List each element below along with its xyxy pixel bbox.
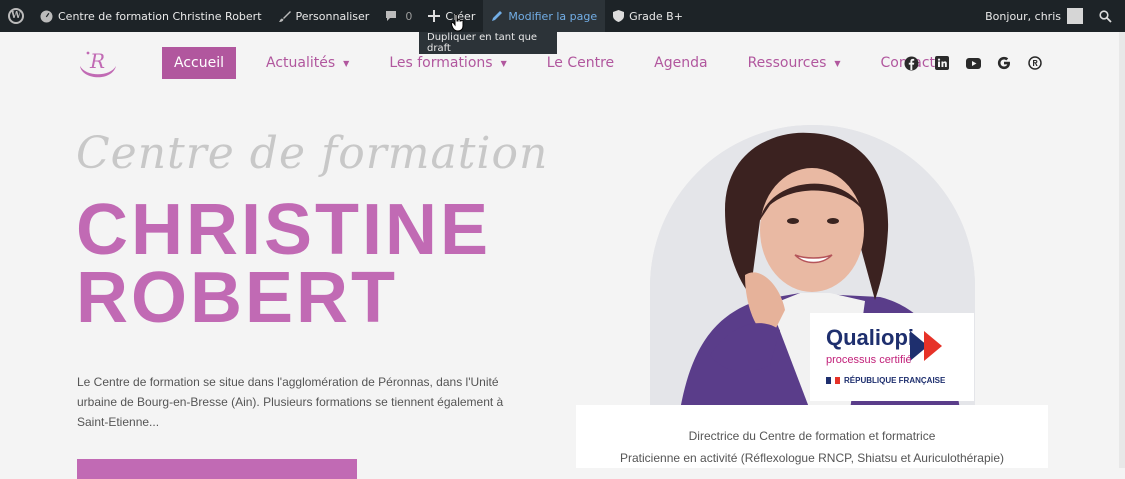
nav-item-les-formations[interactable]: Les formations ▼ [377,47,518,79]
brush-icon [278,10,291,23]
customize-label: Personnaliser [295,9,370,23]
svg-text:R: R [89,49,105,73]
pencil-icon [491,10,503,22]
comments-menu[interactable]: 0 [377,0,420,32]
grade-menu[interactable]: Grade B+ [605,0,691,32]
edit-page-label: Modifier la page [508,9,598,23]
hero-description: Le Centre de formation se situe dans l'a… [77,375,504,429]
wordpress-menu[interactable]: W [0,0,32,32]
site-name-menu[interactable]: Centre de formation Christine Robert [32,0,270,32]
nav-item-ressources[interactable]: Ressources ▼ [736,47,853,79]
hero-cta-button[interactable] [77,459,357,479]
republique-text: RÉPUBLIQUE FRANÇAISE [844,376,946,385]
nav-label: Accueil [174,55,224,71]
nav-label: Les formations [389,55,493,71]
search-icon [1099,9,1112,23]
caption-line-1: Directrice du Centre de formation et for… [688,429,936,443]
qualiopi-title: Qualiopi [826,325,914,350]
republique-francaise-label: RÉPUBLIQUE FRANÇAISE [826,376,945,385]
site-logo[interactable]: R [76,44,118,84]
qualiopi-badge: Qualiopi processus certifié RÉPUBLIQUE F… [810,313,974,401]
caret-down-icon: ▼ [834,58,841,68]
nav-label: Le Centre [546,55,615,71]
qualiopi-subtitle: processus certifié [826,354,912,366]
avatar [1067,8,1083,24]
caret-down-icon: ▼ [343,58,350,68]
admin-search[interactable] [1091,0,1125,32]
registered-icon[interactable] [1026,54,1044,72]
admin-bar: W Centre de formation Christine Robert P… [0,0,1125,32]
wordpress-logo-icon: W [8,8,24,24]
edit-page-menu[interactable]: Modifier la page [483,0,606,32]
greeting-label: Bonjour, chris [985,9,1061,23]
social-links [902,54,1044,72]
comments-count: 0 [405,9,413,23]
caption-card: Directrice du Centre de formation et for… [576,405,1048,468]
google-icon[interactable] [995,54,1013,72]
dashboard-icon [40,10,53,23]
comment-icon [385,10,397,22]
script-title: Centre de formation [76,128,549,179]
nav-item-accueil[interactable]: Accueil [162,47,236,79]
youtube-icon[interactable] [964,54,982,72]
nav-item-le-centre[interactable]: Le Centre [535,47,626,79]
qualiopi-arrow-icon [910,331,942,361]
nav-label: Actualités [266,55,336,71]
hero-name-line1: CHRISTINE [76,190,492,270]
caret-down-icon: ▼ [500,58,507,68]
nav-label: Ressources [747,55,827,71]
main-navigation: Accueil Actualités ▼ Les formations ▼ Le… [162,47,963,79]
customize-menu[interactable]: Personnaliser [270,0,378,32]
nav-label: Agenda [654,55,708,71]
site-name-label: Centre de formation Christine Robert [58,9,262,23]
plus-icon [428,10,441,22]
linkedin-icon[interactable] [933,54,951,72]
shield-icon [613,10,625,22]
account-menu[interactable]: Bonjour, chris [977,0,1091,32]
hand-cursor-icon [451,14,464,32]
french-flag-icon [826,377,841,384]
grade-label: Grade B+ [629,9,683,23]
nav-item-actualites[interactable]: Actualités ▼ [254,47,361,79]
facebook-icon[interactable] [902,54,920,72]
nav-item-agenda[interactable]: Agenda [642,47,719,79]
hero-name-line2: ROBERT [76,258,398,338]
page-scrollbar[interactable] [1119,32,1125,468]
caption-line-2: Praticienne en activité (Réflexologue RN… [620,451,1004,465]
